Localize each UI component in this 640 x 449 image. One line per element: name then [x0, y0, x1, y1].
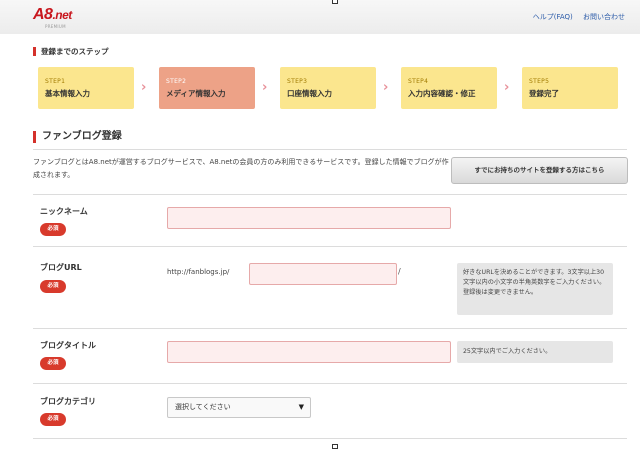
- divider: [33, 194, 627, 195]
- blog-url-label: ブログURL: [40, 263, 82, 272]
- fanblog-registration-title: ファンブログ登録: [33, 131, 122, 143]
- blog-url-prefix: http://fanblogs.jp/: [167, 268, 230, 276]
- step-number: STEP5: [529, 78, 550, 85]
- step-arrow-icon: ›: [141, 80, 147, 95]
- blog-url-suffix: /: [398, 267, 401, 276]
- step-4: STEP4 入力内容確認・修正: [401, 67, 497, 109]
- header-links: ヘルプ(FAQ) お問い合わせ: [525, 12, 625, 22]
- step-1: STEP1 基本情報入力: [38, 67, 134, 109]
- chevron-down-icon: ▼: [298, 403, 304, 411]
- blog-url-hint: 好きなURLを決めることができます。3文字以上30文字以内の小文字の半角英数字を…: [457, 263, 613, 315]
- blog-category-select[interactable]: 選択してください ▼: [167, 397, 311, 418]
- description-text: ファンブログとはA8.netが運営するブログサービスで、A8.netの会員の方の…: [33, 158, 449, 179]
- step-number: STEP2: [166, 78, 187, 85]
- step-arrow-icon: ›: [504, 80, 510, 95]
- divider: [33, 328, 627, 329]
- step-label: メディア情報入力: [166, 89, 226, 98]
- nickname-label: ニックネーム: [40, 207, 88, 216]
- top-header: A8.net PREMIUM ヘルプ(FAQ) お問い合わせ: [0, 0, 640, 34]
- step-2: STEP2 メディア情報入力: [159, 67, 255, 109]
- nickname-input[interactable]: [167, 207, 451, 229]
- blog-title-input[interactable]: [167, 341, 451, 363]
- step-arrow-icon: ›: [383, 80, 389, 95]
- step-5: STEP5 登録完了: [522, 67, 618, 109]
- step-label: 入力内容確認・修正: [408, 89, 476, 98]
- blog-category-label: ブログカテゴリ: [40, 397, 96, 406]
- top-tick-mark: [332, 0, 338, 4]
- divider: [33, 383, 627, 384]
- step-number: STEP1: [45, 78, 66, 85]
- blog-category-selected: 選択してください: [175, 403, 231, 411]
- divider: [33, 246, 627, 247]
- register-existing-site-button[interactable]: すでにお持ちのサイトを登録する方はこちら: [451, 157, 628, 184]
- divider: [33, 438, 627, 439]
- blog-url-input[interactable]: [249, 263, 397, 285]
- step-number: STEP4: [408, 78, 429, 85]
- step-label: 口座情報入力: [287, 89, 332, 98]
- step-label: 基本情報入力: [45, 89, 90, 98]
- steps-section-title: 登録までのステップ: [33, 47, 109, 56]
- required-badge: 必須: [40, 413, 66, 426]
- logo-tagline: PREMIUM: [45, 24, 66, 29]
- a8-logo[interactable]: A8.net: [33, 6, 72, 24]
- required-badge: 必須: [40, 223, 66, 236]
- blog-title-label: ブログタイトル: [40, 341, 96, 350]
- required-badge: 必須: [40, 280, 66, 293]
- step-arrow-icon: ›: [262, 80, 268, 95]
- divider: [33, 149, 627, 150]
- step-label: 登録完了: [529, 89, 559, 98]
- help-faq-link[interactable]: ヘルプ(FAQ): [533, 13, 573, 21]
- step-number: STEP3: [287, 78, 308, 85]
- blog-title-hint: 25文字以内でご入力ください。: [457, 341, 613, 363]
- required-badge: 必須: [40, 357, 66, 370]
- bottom-tick-mark: [332, 444, 338, 449]
- step-3: STEP3 口座情報入力: [280, 67, 376, 109]
- contact-link[interactable]: お問い合わせ: [583, 13, 625, 21]
